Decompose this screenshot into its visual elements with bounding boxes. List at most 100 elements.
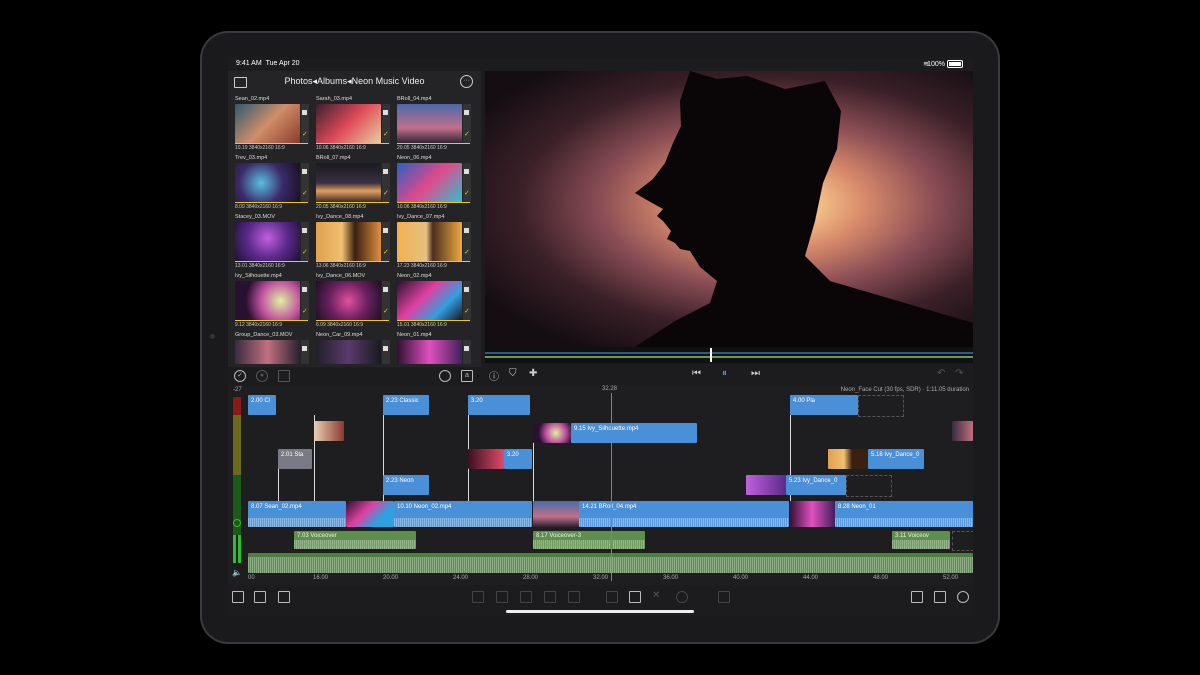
select-square-icon[interactable] [383, 110, 388, 115]
search-icon[interactable] [439, 370, 451, 382]
timeline-clip[interactable]: 9.15 Ivy_Silhouette.mp4 [571, 423, 697, 443]
timeline[interactable]: -27 32.28 Neon_Face Cut (30 fps, SDR) · … [228, 385, 973, 585]
select-square-icon[interactable] [302, 228, 307, 233]
undo-icon[interactable]: ↶ [937, 368, 945, 379]
audio-level-icon[interactable] [232, 591, 244, 603]
speaker-icon[interactable]: 🔈 [232, 568, 242, 577]
timeline-playhead[interactable] [611, 393, 612, 581]
clip-thumbnail[interactable] [533, 501, 579, 527]
record-level-icon[interactable] [233, 519, 241, 527]
voiceover-clip[interactable]: 8.17 Voiceover-3 [533, 531, 645, 549]
timeline-clip[interactable]: 2.23 Neon [383, 475, 429, 495]
clip-item[interactable]: Neon_06.mp4 ✓ 10.06 3840x2160 16:9 [396, 155, 471, 213]
clip-item[interactable]: Trev_03.mp4 ✓ 8.09 3840x2160 16:9 [234, 155, 309, 213]
select-square-icon[interactable] [464, 169, 469, 174]
clip-item[interactable]: Group_Dance_03.MOV [234, 332, 309, 364]
skip-forward-icon[interactable]: ⏭ [751, 368, 760, 379]
clip-thumbnail[interactable] [346, 501, 394, 527]
timeline-clip[interactable]: 2.00 Cl [248, 395, 276, 415]
clip-item[interactable]: BRoll_07.mp4 ✓ 20.05 3840x2160 16:9 [315, 155, 390, 213]
clip-item[interactable]: Sean_02.mp4 ✓ 10.19 3840x2160 16:9 [234, 96, 309, 154]
select-square-icon[interactable] [464, 287, 469, 292]
timeline-clip[interactable]: 3.20 [504, 449, 532, 469]
timeline-clip[interactable]: 5.18 Ivy_Dance_0 [868, 449, 924, 469]
clip-thumbnail[interactable] [789, 501, 835, 527]
select-square-icon[interactable] [464, 110, 469, 115]
checkmark-circle-icon[interactable]: ✓ [234, 370, 246, 382]
select-checkbox-icon[interactable] [629, 591, 641, 603]
select-square-icon[interactable] [464, 228, 469, 233]
clip-thumbnail[interactable] [952, 421, 973, 441]
clip-thumbnail[interactable] [533, 423, 571, 443]
select-square-icon[interactable] [383, 287, 388, 292]
voiceover-clip[interactable]: 3.11 Voiceov [892, 531, 950, 549]
clip-thumbnail [235, 222, 300, 262]
cut-icon[interactable]: ✕ [652, 591, 662, 601]
split-icon[interactable] [472, 591, 484, 603]
camera-icon[interactable] [718, 591, 730, 603]
scrubber-playhead[interactable] [710, 348, 712, 362]
clip-item[interactable]: Ivy_Dance_07.mp4 ✓ 17.23 3840x2160 16:9 [396, 214, 471, 272]
layout-icon[interactable] [911, 591, 923, 603]
volume-icon[interactable] [520, 591, 532, 603]
empty-slot[interactable] [846, 475, 892, 497]
empty-slot[interactable] [952, 531, 973, 551]
skip-back-icon[interactable]: ⏮ [692, 368, 701, 379]
clip-item[interactable]: Stacey_03.MOV ✓ 13.01 3840x2160 16:9 [234, 214, 309, 272]
precision-editor-icon[interactable] [278, 591, 290, 603]
select-square-icon[interactable] [302, 110, 307, 115]
timeline-clip[interactable]: 4.00 Pla [790, 395, 858, 415]
check-icon: ✓ [383, 249, 389, 256]
more-options-icon[interactable]: ··· [460, 75, 473, 88]
select-square-icon[interactable] [302, 346, 307, 351]
select-square-icon[interactable] [383, 346, 388, 351]
viewer-scrubber[interactable] [485, 347, 973, 363]
clip-item[interactable]: Neon_02.mp4 ✓ 15.01 3840x2160 16:9 [396, 273, 471, 331]
main-track-clip[interactable]: 8.28 Neon_01 [835, 501, 973, 527]
clip-thumbnail[interactable] [828, 449, 868, 469]
clip-thumbnail[interactable] [468, 449, 504, 469]
clip-item[interactable]: BRoll_04.mp4 ✓ 20.05 3840x2160 16:9 [396, 96, 471, 154]
detach-icon[interactable] [496, 591, 508, 603]
check-icon: ✓ [383, 190, 389, 197]
share-icon[interactable] [934, 591, 946, 603]
main-track-clip[interactable]: 10.10 Neon_02.mp4 [394, 501, 532, 527]
clip-item[interactable]: Ivy_Silhouette.mp4 ✓ 9.12 3840x2160 16:9 [234, 273, 309, 331]
clip-thumbnail[interactable] [314, 421, 344, 441]
home-indicator[interactable] [506, 610, 694, 613]
empty-slot[interactable] [858, 395, 904, 417]
add-icon[interactable] [676, 591, 688, 603]
settings-icon[interactable] [957, 591, 969, 603]
clip-item[interactable]: Ivy_Dance_08.mp4 ✓ 13.06 3840x2160 16:9 [315, 214, 390, 272]
select-square-icon[interactable] [464, 346, 469, 351]
clip-thumbnail[interactable] [746, 475, 786, 495]
voiceover-clip[interactable]: 7.03 Voiceover [294, 531, 416, 549]
timeline-clip[interactable]: 2.01 Sta [278, 449, 312, 469]
clip-item[interactable]: Sarah_03.mp4 ✓ 10.06 3840x2160 16:9 [315, 96, 390, 154]
clip-item[interactable]: Neon_Car_09.mp4 [315, 332, 390, 364]
timeline-clip[interactable]: 3.20 [468, 395, 530, 415]
breadcrumb[interactable]: Photos◂Albums◂Neon Music Video [228, 76, 481, 87]
select-square-icon[interactable] [383, 169, 388, 174]
timeline-options-icon[interactable] [254, 591, 266, 603]
crop-icon[interactable] [568, 591, 580, 603]
timeline-clip[interactable]: 5.23 Ivy_Dance_0 [786, 475, 846, 495]
clip-item[interactable]: Ivy_Dance_06.MOV ✓ 6.09 3840x2160 16:9 [315, 273, 390, 331]
redo-icon[interactable]: ↷ [955, 368, 963, 379]
timeline-clip[interactable]: 2.23 Classic [383, 395, 429, 415]
select-square-icon[interactable] [383, 228, 388, 233]
speed-icon[interactable] [544, 591, 556, 603]
add-effect-icon[interactable]: ✚ [529, 368, 537, 379]
select-square-icon[interactable] [302, 169, 307, 174]
info-icon[interactable]: ⓘ [489, 368, 499, 383]
clip-item[interactable]: Neon_01.mp4 [396, 332, 471, 364]
pause-icon[interactable]: ⏸ [722, 368, 727, 379]
sort-icon[interactable]: a [461, 370, 473, 382]
replace-icon[interactable] [606, 591, 618, 603]
video-viewer[interactable] [485, 71, 973, 347]
select-square-icon[interactable] [302, 287, 307, 292]
marker-icon[interactable]: ⛉ [509, 368, 517, 379]
trash-icon[interactable] [278, 370, 290, 382]
record-icon[interactable]: ● [256, 370, 268, 382]
main-track-clip[interactable]: 8.07 Sean_02.mp4 [248, 501, 346, 527]
